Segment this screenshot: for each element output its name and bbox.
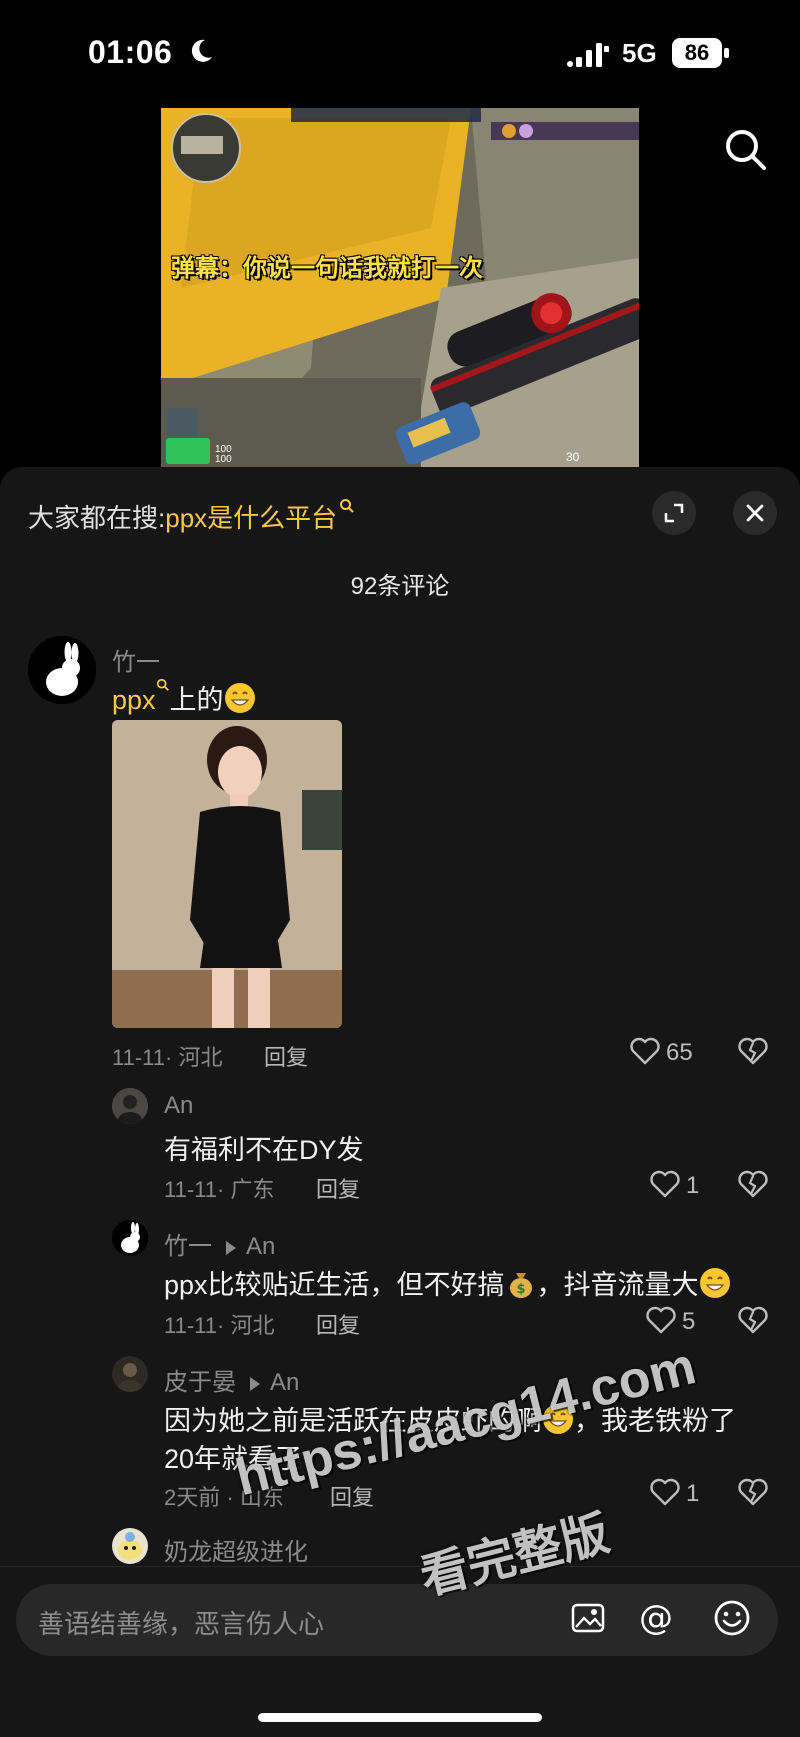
status-time: 01:06 (88, 34, 173, 70)
like-count: 1 (686, 1480, 700, 1507)
comment-keyword-link[interactable]: ppx (112, 685, 156, 715)
reply-to-user[interactable]: An (246, 1233, 275, 1260)
reply-meta: 11-11· 河北 (164, 1313, 275, 1338)
dragon-avatar-icon (112, 1528, 148, 1564)
moon-icon (191, 39, 212, 62)
reply-button[interactable]: 回复 (316, 1172, 360, 1204)
comment-image[interactable] (112, 720, 342, 1028)
close-icon (746, 504, 764, 522)
signal-icon (567, 43, 609, 67)
money-bag-icon: $ (509, 1273, 532, 1298)
avatar[interactable] (28, 636, 96, 704)
reply-to-arrow-icon (226, 1240, 236, 1255)
like-count: 5 (682, 1308, 696, 1335)
small-search-icon (340, 499, 354, 513)
reply-to-user[interactable]: An (270, 1369, 299, 1396)
like-count: 65 (666, 1039, 693, 1066)
grin-emoji-icon (224, 683, 255, 713)
heart-icon[interactable] (650, 1170, 680, 1198)
reply-username[interactable]: An (164, 1092, 193, 1120)
close-button[interactable] (733, 491, 777, 535)
video-caption: 弹幕：你说一句话我就打一次 (171, 255, 483, 282)
reply-meta: 11-11· 广东 (164, 1177, 275, 1202)
network-type: 5G (622, 38, 657, 68)
broken-heart-icon[interactable] (738, 1037, 768, 1065)
avatar[interactable] (112, 1220, 148, 1256)
svg-text:$: $ (516, 1282, 525, 1297)
person-avatar-icon (112, 1088, 148, 1124)
expand-button[interactable] (652, 491, 696, 535)
search-icon[interactable] (722, 126, 770, 174)
heart-icon[interactable] (650, 1478, 680, 1506)
at-mention-icon[interactable]: @ (636, 1598, 676, 1638)
reply-username[interactable]: 皮于晏 (164, 1369, 236, 1396)
hot-search-keyword[interactable]: ppx是什么平台 (165, 503, 337, 533)
reply-text: ppx比较贴近生活，但不好搞 $ ，抖音流量大 (164, 1263, 731, 1302)
comment-text: ppx 上的 (112, 678, 256, 717)
broken-heart-icon[interactable] (738, 1306, 768, 1334)
svg-text:@: @ (639, 1598, 673, 1638)
reply-button[interactable]: 回复 (264, 1040, 308, 1072)
comment-meta: 11-11· 河北 (112, 1045, 223, 1070)
expand-icon (664, 503, 684, 523)
image-icon[interactable] (570, 1600, 606, 1636)
reply-username[interactable]: 奶龙超级进化 (164, 1532, 308, 1567)
battery-indicator: 86 (672, 38, 730, 68)
reply-button[interactable]: 回复 (316, 1308, 360, 1340)
avatar[interactable] (112, 1356, 148, 1392)
emoji-icon[interactable] (712, 1598, 752, 1638)
avatar[interactable] (112, 1088, 148, 1124)
heart-icon[interactable] (630, 1037, 660, 1065)
hud-ammo: 30 (566, 450, 580, 464)
rabbit-avatar-icon (112, 1220, 148, 1256)
game-scene (161, 108, 639, 468)
hot-search-prefix: 大家都在搜: (28, 503, 166, 533)
photo-illustration (112, 720, 342, 1028)
reply-username-line: 皮于晏 An (164, 1362, 299, 1397)
comment-username[interactable]: 竹一 (112, 642, 160, 677)
reply-to-arrow-icon (250, 1376, 260, 1391)
person-avatar-icon (112, 1356, 148, 1392)
comment-count: 92条评论 (350, 573, 450, 600)
broken-heart-icon[interactable] (738, 1478, 768, 1506)
reply-username[interactable]: 竹一 (164, 1233, 212, 1260)
hud-armor: 100 (215, 454, 232, 465)
reply-text: 有福利不在DY发 (164, 1135, 364, 1165)
video-player[interactable]: 弹幕：你说一句话我就打一次 100 100 30 (161, 108, 639, 468)
home-indicator[interactable] (258, 1713, 542, 1722)
comment-input-placeholder: 善语结善缘，恶言伤人心 (38, 1609, 325, 1639)
rabbit-avatar-icon (28, 636, 96, 704)
battery-level: 86 (672, 38, 722, 68)
heart-icon[interactable] (646, 1306, 676, 1334)
broken-heart-icon[interactable] (738, 1170, 768, 1198)
grin-emoji-icon (699, 1268, 730, 1298)
like-count: 1 (686, 1172, 700, 1199)
small-search-icon (156, 678, 169, 691)
avatar[interactable] (112, 1528, 148, 1564)
hot-search-bar[interactable]: 大家都在搜:ppx是什么平台 (28, 498, 355, 535)
reply-username-line: 竹一 An (164, 1226, 275, 1261)
